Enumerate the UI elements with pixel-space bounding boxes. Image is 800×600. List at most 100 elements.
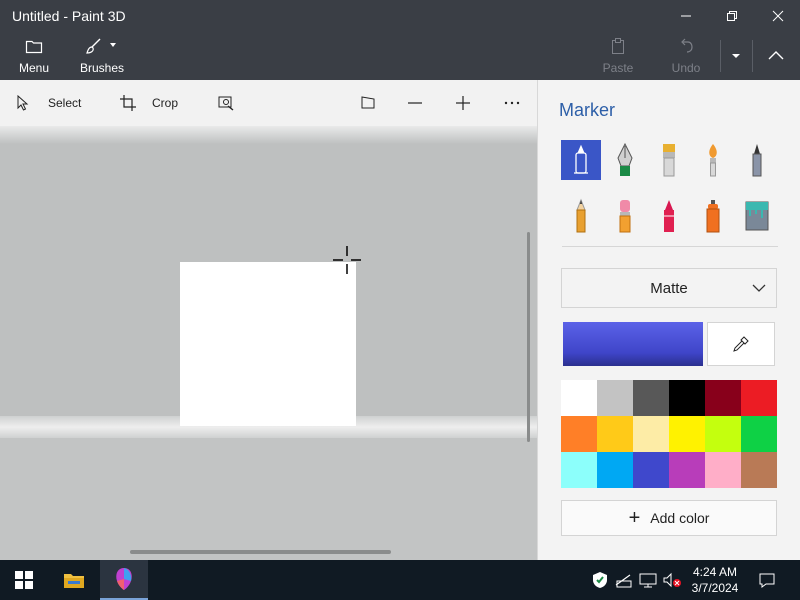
horizontal-scrollbar[interactable]: [130, 550, 391, 554]
chevron-up-icon: [768, 51, 784, 60]
palette-swatch[interactable]: [633, 416, 669, 452]
palette-swatch[interactable]: [705, 452, 741, 488]
oil-brush[interactable]: [649, 140, 689, 180]
speaker-muted-icon: [663, 572, 681, 588]
canvas-toolbar: Select Crop: [0, 80, 537, 126]
plus-icon: [456, 96, 470, 110]
menu-button[interactable]: Menu: [14, 36, 54, 75]
menu-label: Menu: [18, 61, 50, 75]
security-tray-icon[interactable]: [590, 570, 610, 590]
ribbon-divider: [752, 40, 753, 72]
fill-brush[interactable]: [737, 196, 777, 236]
oil-brush-icon: [663, 144, 675, 177]
calligraphy-pen-brush[interactable]: [605, 140, 645, 180]
palette-swatch[interactable]: [741, 416, 777, 452]
palette-swatch[interactable]: [561, 380, 597, 416]
eyedropper-button[interactable]: [707, 322, 775, 366]
finish-dropdown[interactable]: Matte: [561, 268, 777, 308]
zoom-in-button[interactable]: [455, 80, 471, 126]
marker-brush[interactable]: [561, 140, 601, 180]
vertical-scrollbar[interactable]: [527, 232, 530, 442]
brushes-button[interactable]: Brushes: [78, 36, 126, 75]
undo-button[interactable]: Undo: [666, 36, 706, 75]
watercolor-brush[interactable]: [693, 140, 733, 180]
pixel-pen-icon: [752, 144, 762, 177]
close-button[interactable]: [755, 0, 800, 32]
crop-tool[interactable]: Crop: [120, 80, 178, 126]
crayon-icon: [664, 200, 674, 232]
start-button[interactable]: [0, 560, 48, 600]
notification-icon: [759, 573, 775, 588]
history-dropdown-button[interactable]: [724, 40, 748, 72]
palette-swatch[interactable]: [597, 416, 633, 452]
finish-value: Matte: [650, 279, 688, 297]
display-tray-icon[interactable]: [638, 570, 658, 590]
palette-swatch[interactable]: [669, 452, 705, 488]
volume-tray-icon[interactable]: [662, 570, 682, 590]
canvas-workspace[interactable]: [0, 126, 537, 560]
cursor-icon: [17, 95, 29, 111]
palette-swatch[interactable]: [705, 416, 741, 452]
eraser-brush[interactable]: [605, 196, 645, 236]
eyedropper-icon: [733, 336, 749, 352]
paint-3d-taskbar-button[interactable]: [100, 560, 148, 600]
palette-swatch[interactable]: [741, 452, 777, 488]
paste-button[interactable]: Paste: [598, 36, 638, 75]
palette-swatch[interactable]: [597, 452, 633, 488]
windows-logo-icon: [15, 571, 33, 589]
watercolor-icon: [709, 144, 717, 177]
magic-select-tool[interactable]: [218, 80, 236, 126]
restore-button[interactable]: [709, 0, 755, 32]
zoom-out-button[interactable]: [407, 80, 423, 126]
crayon-brush[interactable]: [649, 196, 689, 236]
close-icon: [772, 10, 784, 22]
crop-label: Crop: [152, 96, 179, 110]
ribbon-divider: [720, 40, 721, 72]
file-explorer-taskbar-button[interactable]: [50, 560, 98, 600]
add-color-button[interactable]: + Add color: [561, 500, 777, 536]
paste-label: Paste: [602, 61, 634, 75]
palette-swatch[interactable]: [741, 380, 777, 416]
network-tray-icon[interactable]: [614, 570, 634, 590]
add-color-label: Add color: [650, 510, 710, 526]
clock-date: 3/7/2024: [691, 581, 739, 595]
color-palette: [561, 380, 777, 488]
app-header: Untitled - Paint 3D Menu Brushes Paste U…: [0, 0, 800, 80]
select-tool[interactable]: Select: [16, 80, 81, 126]
ellipsis-icon: [504, 101, 520, 105]
select-label: Select: [48, 96, 82, 110]
current-color-swatch[interactable]: [563, 322, 703, 366]
palette-swatch[interactable]: [597, 380, 633, 416]
collapse-ribbon-button[interactable]: [756, 40, 796, 72]
network-disconnected-icon: [615, 574, 632, 588]
monitor-icon: [639, 573, 657, 588]
restore-icon: [727, 11, 737, 21]
marker-icon: [574, 144, 588, 174]
notifications-button[interactable]: [757, 570, 777, 590]
flag-icon: [361, 96, 375, 109]
panel-title: Marker: [559, 100, 616, 120]
chevron-down-icon: [110, 43, 116, 47]
folder-icon: [25, 40, 43, 54]
minus-icon: [408, 102, 422, 104]
palette-swatch[interactable]: [633, 380, 669, 416]
spray-can-brush[interactable]: [693, 196, 733, 236]
undo-label: Undo: [671, 61, 701, 75]
drawing-canvas[interactable]: [180, 262, 356, 426]
palette-swatch[interactable]: [561, 416, 597, 452]
palette-swatch[interactable]: [561, 452, 597, 488]
taskbar-clock[interactable]: 4:24 AM 3/7/2024: [690, 564, 740, 596]
calligraphy-pen-icon: [617, 142, 633, 176]
pixel-pen-brush[interactable]: [737, 140, 777, 180]
palette-swatch[interactable]: [669, 416, 705, 452]
paint-3d-icon: [116, 568, 132, 590]
palette-swatch[interactable]: [705, 380, 741, 416]
minimize-button[interactable]: [663, 0, 709, 32]
view-3d-button[interactable]: [360, 80, 376, 126]
palette-swatch[interactable]: [669, 380, 705, 416]
more-options-button[interactable]: [503, 80, 521, 126]
pencil-brush[interactable]: [561, 196, 601, 236]
palette-swatch[interactable]: [633, 452, 669, 488]
magic-select-icon: [218, 96, 234, 111]
pencil-icon: [576, 198, 586, 233]
